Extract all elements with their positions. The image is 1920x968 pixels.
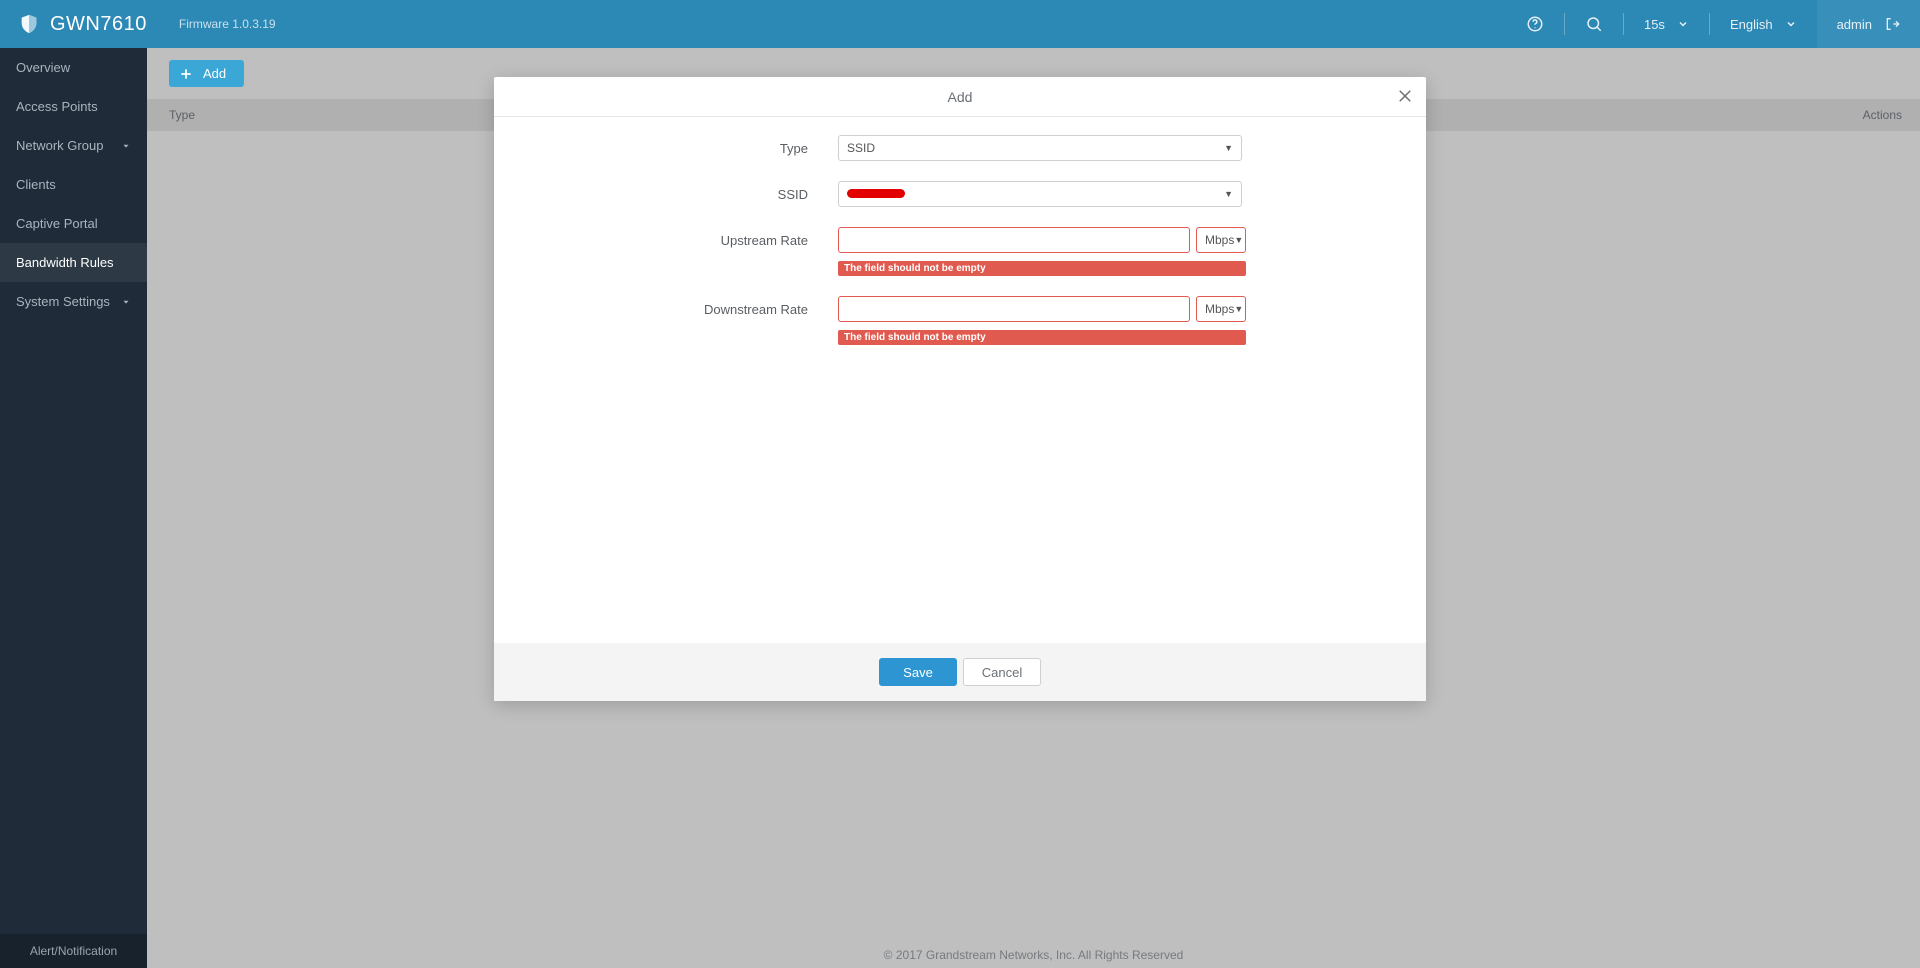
downstream-unit-select[interactable]: Mbps ▼ [1196,296,1246,322]
form-row-upstream: Upstream Rate Mbps ▼ The field should no… [494,227,1426,276]
cancel-button-label: Cancel [982,665,1022,680]
save-button-label: Save [903,665,933,680]
form-row-ssid: SSID ▼ [494,181,1426,207]
label-downstream: Downstream Rate [494,296,838,317]
label-type: Type [494,135,838,156]
upstream-rate-input[interactable] [838,227,1190,253]
upstream-error-message: The field should not be empty [838,261,1246,276]
caret-down-icon: ▼ [1224,143,1233,153]
close-icon [1396,92,1414,108]
downstream-rate-input[interactable] [838,296,1190,322]
upstream-unit-value: Mbps [1205,233,1234,247]
type-selected-value: SSID [847,141,875,155]
ssid-select[interactable]: ▼ [838,181,1242,207]
label-upstream: Upstream Rate [494,227,838,248]
caret-down-icon: ▼ [1234,304,1243,314]
downstream-error-message: The field should not be empty [838,330,1246,345]
label-ssid: SSID [494,181,838,202]
save-button[interactable]: Save [879,658,957,686]
upstream-unit-select[interactable]: Mbps ▼ [1196,227,1246,253]
modal-footer: Save Cancel [494,643,1426,701]
caret-down-icon: ▼ [1234,235,1243,245]
modal-title: Add [948,89,973,105]
form-row-downstream: Downstream Rate Mbps ▼ The field should … [494,296,1426,345]
modal-add: Add Type SSID ▼ SSID ▼ [494,77,1426,701]
modal-close-button[interactable] [1396,87,1414,108]
type-select[interactable]: SSID ▼ [838,135,1242,161]
cancel-button[interactable]: Cancel [963,658,1041,686]
caret-down-icon: ▼ [1224,189,1233,199]
ssid-redacted-value [847,187,905,201]
form-row-type: Type SSID ▼ [494,135,1426,161]
modal-header: Add [494,77,1426,117]
downstream-unit-value: Mbps [1205,302,1234,316]
modal-body: Type SSID ▼ SSID ▼ Upstream Rate [494,117,1426,643]
